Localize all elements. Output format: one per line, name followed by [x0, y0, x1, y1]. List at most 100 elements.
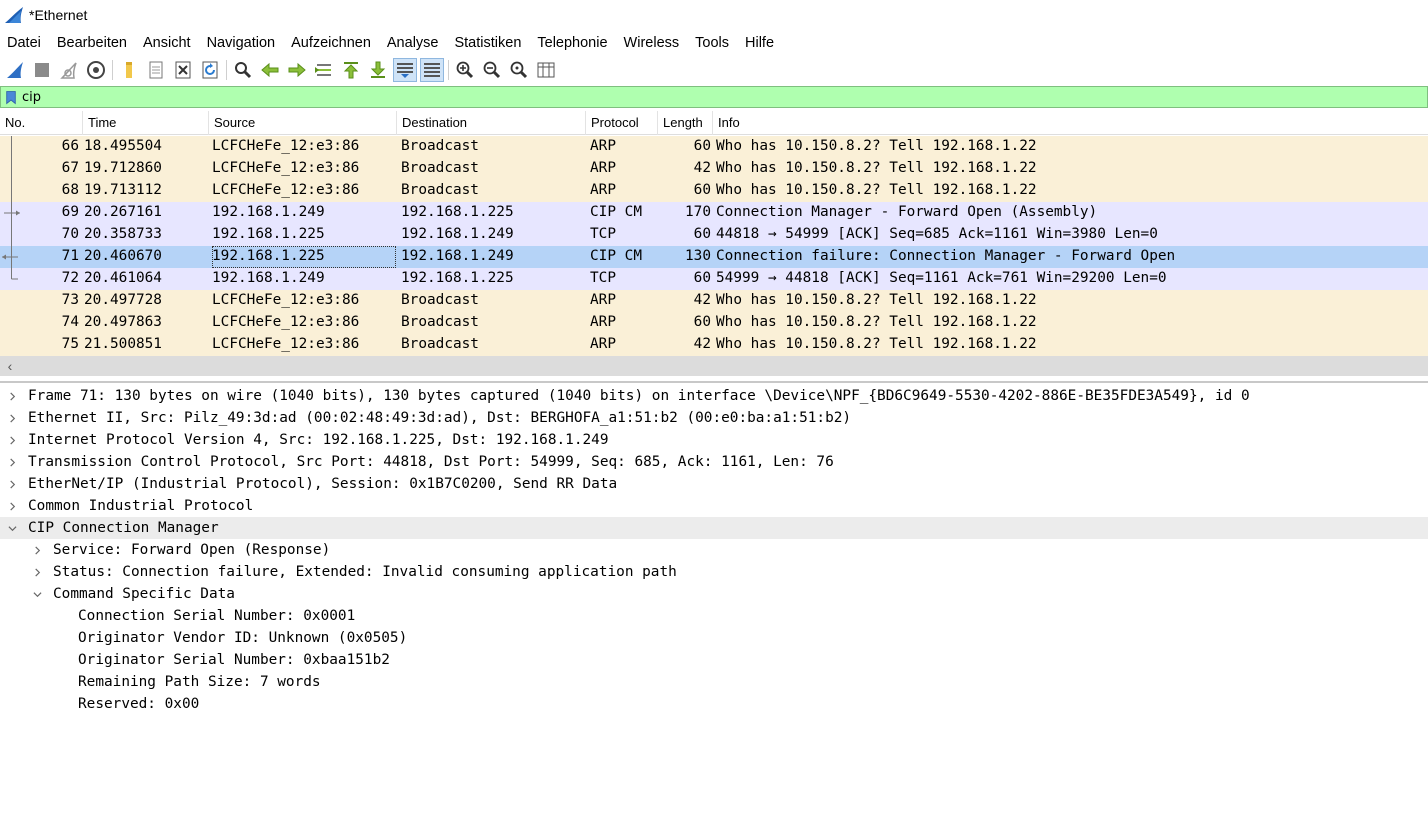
display-filter-input[interactable]	[19, 87, 1399, 107]
detail-text: Common Industrial Protocol	[28, 498, 254, 514]
chevron-right-icon[interactable]	[6, 385, 18, 407]
packet-no: 66	[61, 138, 79, 154]
packet-destination: 192.168.1.225	[401, 204, 514, 220]
packet-length: 42	[693, 160, 711, 176]
packet-row[interactable]: 68 19.713112 LCFCHeFe_12:e3:86 Broadcast…	[0, 180, 1428, 202]
column-header-destination[interactable]: Destination	[397, 111, 586, 135]
packet-row[interactable]: 72 20.461064 192.168.1.249 192.168.1.225…	[0, 268, 1428, 290]
chevron-right-icon[interactable]	[6, 451, 18, 473]
detail-cip[interactable]: Common Industrial Protocol	[0, 495, 1428, 517]
packet-row[interactable]: 73 20.497728 LCFCHeFe_12:e3:86 Broadcast…	[0, 290, 1428, 312]
packet-no: 72	[61, 270, 79, 286]
zoom-in-button[interactable]	[453, 58, 477, 82]
menu-bar: Datei Bearbeiten Ansicht Navigation Aufz…	[0, 31, 1428, 55]
column-header-time[interactable]: Time	[83, 111, 209, 135]
pane-splitter[interactable]	[0, 381, 1428, 383]
packet-protocol: CIP CM	[590, 204, 642, 220]
detail-field[interactable]: Remaining Path Size: 7 words	[0, 671, 1428, 693]
go-forward-button[interactable]	[285, 58, 309, 82]
menu-aufzeichnen[interactable]: Aufzeichnen	[283, 35, 379, 51]
menu-telephonie[interactable]: Telephonie	[529, 35, 615, 51]
packet-row[interactable]: 75 21.500851 LCFCHeFe_12:e3:86 Broadcast…	[0, 334, 1428, 356]
detail-text: Status: Connection failure, Extended: In…	[53, 564, 677, 580]
column-header-length[interactable]: Length	[658, 111, 713, 135]
colorize-button[interactable]	[420, 58, 444, 82]
detail-enip[interactable]: EtherNet/IP (Industrial Protocol), Sessi…	[0, 473, 1428, 495]
menu-ansicht[interactable]: Ansicht	[135, 35, 199, 51]
packet-no: 75	[61, 336, 79, 352]
detail-field[interactable]: Originator Vendor ID: Unknown (0x0505)	[0, 627, 1428, 649]
packet-list-hscrollbar[interactable]: ‹	[0, 356, 1428, 376]
chevron-right-icon[interactable]	[6, 495, 18, 517]
packet-destination: Broadcast	[401, 138, 479, 154]
zoom-out-button[interactable]	[480, 58, 504, 82]
chevron-right-icon[interactable]	[6, 473, 18, 495]
packet-no: 67	[61, 160, 79, 176]
save-file-button[interactable]	[144, 58, 168, 82]
chevron-down-icon[interactable]	[31, 583, 43, 605]
scroll-left-icon[interactable]: ‹	[0, 356, 20, 376]
column-header-no[interactable]: No.	[0, 111, 83, 135]
first-packet-button[interactable]	[339, 58, 363, 82]
detail-command-specific-data[interactable]: Command Specific Data	[0, 583, 1428, 605]
open-file-button[interactable]	[117, 58, 141, 82]
display-filter-bar	[0, 86, 1428, 108]
menu-wireless[interactable]: Wireless	[616, 35, 688, 51]
detail-text: Remaining Path Size: 7 words	[78, 674, 321, 690]
packet-row[interactable]: 74 20.497863 LCFCHeFe_12:e3:86 Broadcast…	[0, 312, 1428, 334]
menu-hilfe[interactable]: Hilfe	[737, 35, 782, 51]
menu-statistiken[interactable]: Statistiken	[446, 35, 529, 51]
packet-row[interactable]: 70 20.358733 192.168.1.225 192.168.1.249…	[0, 224, 1428, 246]
stop-capture-button[interactable]	[30, 58, 54, 82]
go-to-packet-button[interactable]	[312, 58, 336, 82]
packet-row[interactable]: 69 20.267161 192.168.1.249 192.168.1.225…	[0, 202, 1428, 224]
normal-size-button[interactable]	[507, 58, 531, 82]
column-header-info[interactable]: Info	[713, 111, 1428, 135]
detail-field[interactable]: Reserved: 0x00	[0, 693, 1428, 715]
detail-text: Command Specific Data	[53, 586, 235, 602]
chevron-down-icon[interactable]	[6, 517, 18, 539]
detail-status[interactable]: Status: Connection failure, Extended: In…	[0, 561, 1428, 583]
capture-options-button[interactable]	[84, 58, 108, 82]
column-header-source[interactable]: Source	[209, 111, 397, 135]
detail-ipv4[interactable]: Internet Protocol Version 4, Src: 192.16…	[0, 429, 1428, 451]
start-capture-button[interactable]	[3, 58, 27, 82]
detail-service[interactable]: Service: Forward Open (Response)	[0, 539, 1428, 561]
chevron-right-icon[interactable]	[6, 429, 18, 451]
packet-info: Connection Manager - Forward Open (Assem…	[716, 204, 1098, 220]
close-file-button[interactable]	[171, 58, 195, 82]
chevron-right-icon[interactable]	[6, 407, 18, 429]
find-packet-button[interactable]	[231, 58, 255, 82]
detail-ethernet[interactable]: Ethernet II, Src: Pilz_49:3d:ad (00:02:4…	[0, 407, 1428, 429]
packet-row[interactable]: 67 19.712860 LCFCHeFe_12:e3:86 Broadcast…	[0, 158, 1428, 180]
auto-scroll-button[interactable]	[393, 58, 417, 82]
restart-capture-button[interactable]	[57, 58, 81, 82]
menu-datei[interactable]: Datei	[0, 35, 49, 51]
packet-row[interactable]: 66 18.495504 LCFCHeFe_12:e3:86 Broadcast…	[0, 136, 1428, 158]
packet-row-selected[interactable]: 71 20.460670 192.168.1.225 192.168.1.249…	[0, 246, 1428, 268]
packet-info: Who has 10.150.8.2? Tell 192.168.1.22	[716, 138, 1037, 154]
last-packet-button[interactable]	[366, 58, 390, 82]
resize-columns-button[interactable]	[534, 58, 558, 82]
packet-source: LCFCHeFe_12:e3:86	[212, 314, 360, 330]
chevron-right-icon[interactable]	[31, 539, 43, 561]
detail-field[interactable]: Originator Serial Number: 0xbaa151b2	[0, 649, 1428, 671]
menu-navigation[interactable]: Navigation	[199, 35, 284, 51]
detail-cip-cm[interactable]: CIP Connection Manager	[0, 517, 1428, 539]
go-back-button[interactable]	[258, 58, 282, 82]
detail-text: Ethernet II, Src: Pilz_49:3d:ad (00:02:4…	[28, 410, 852, 426]
reload-file-button[interactable]	[198, 58, 222, 82]
detail-text: Originator Vendor ID: Unknown (0x0505)	[78, 630, 408, 646]
column-header-protocol[interactable]: Protocol	[586, 111, 658, 135]
packet-source: LCFCHeFe_12:e3:86	[212, 336, 360, 352]
detail-field[interactable]: Connection Serial Number: 0x0001	[0, 605, 1428, 627]
menu-tools[interactable]: Tools	[687, 35, 737, 51]
detail-tcp[interactable]: Transmission Control Protocol, Src Port:…	[0, 451, 1428, 473]
chevron-right-icon[interactable]	[31, 561, 43, 583]
detail-frame[interactable]: Frame 71: 130 bytes on wire (1040 bits),…	[0, 385, 1428, 407]
filter-bookmark-button[interactable]	[3, 88, 19, 106]
menu-bearbeiten[interactable]: Bearbeiten	[49, 35, 135, 51]
menu-analyse[interactable]: Analyse	[379, 35, 447, 51]
detail-text: Transmission Control Protocol, Src Port:…	[28, 454, 834, 470]
packet-time: 21.500851	[84, 336, 162, 352]
